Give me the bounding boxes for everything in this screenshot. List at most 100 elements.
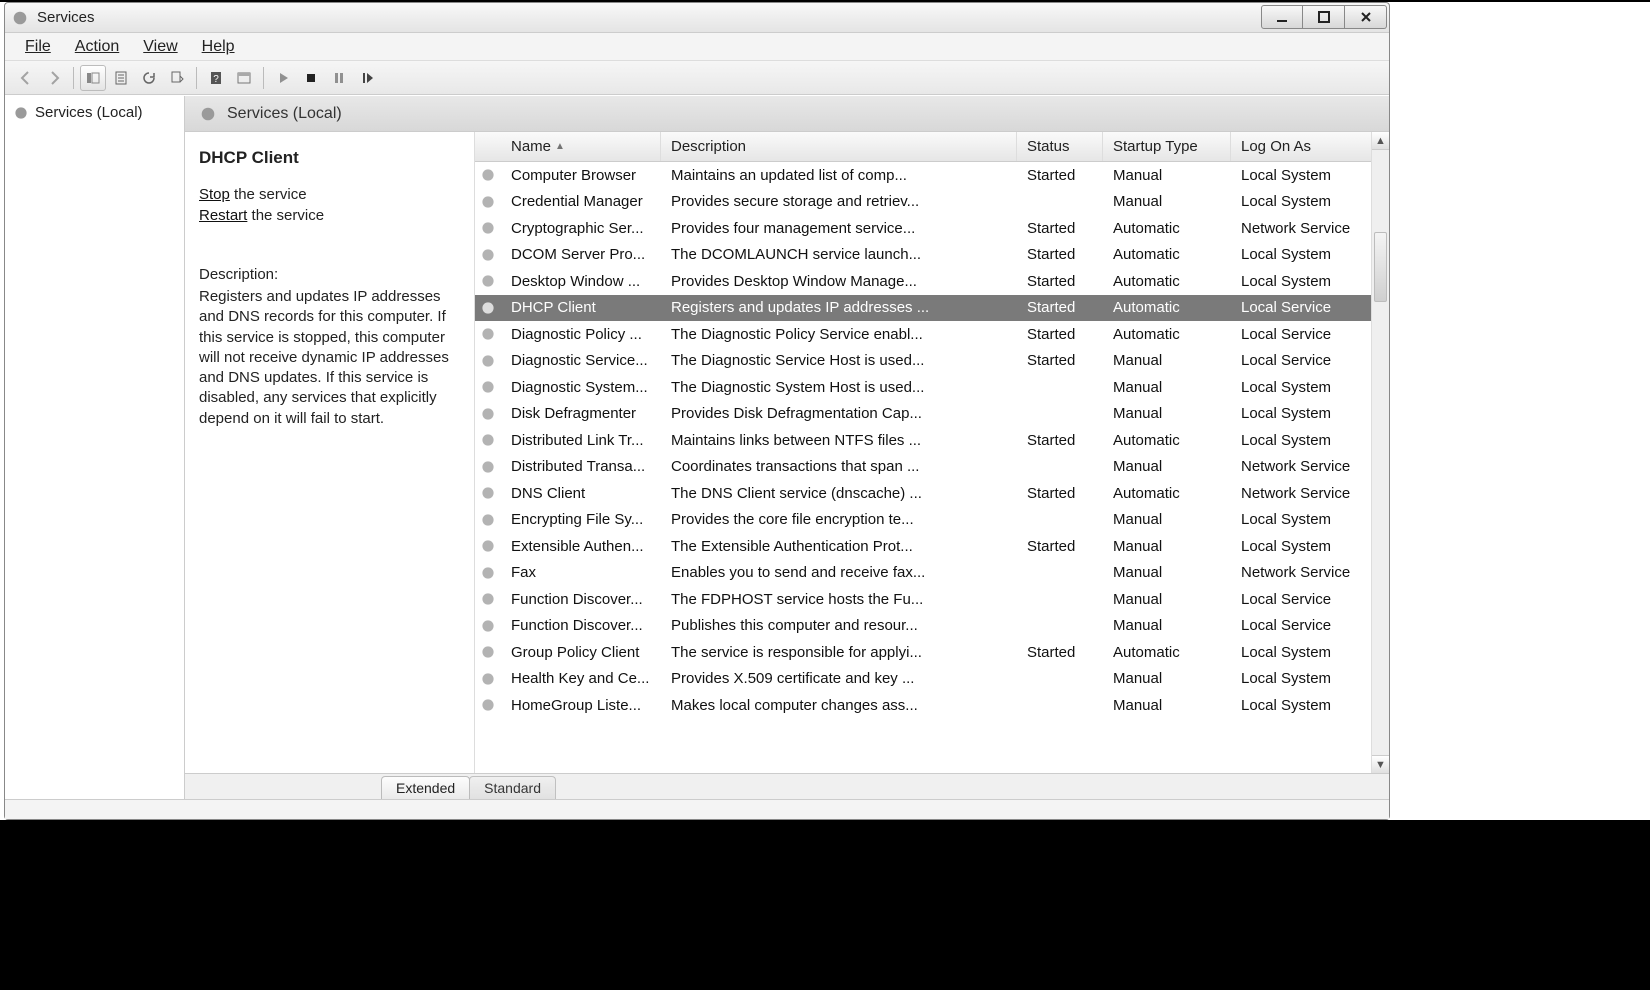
cell-startup: Manual	[1103, 379, 1231, 396]
table-row[interactable]: Disk DefragmenterProvides Disk Defragmen…	[475, 401, 1389, 428]
cell-logon: Local Service	[1231, 352, 1389, 369]
cell-description: Provides four management service...	[661, 220, 1017, 237]
services-window: Services File Action View Help ?	[4, 2, 1390, 820]
console-tree[interactable]: Services (Local)	[5, 96, 185, 799]
table-row[interactable]: Computer BrowserMaintains an updated lis…	[475, 162, 1389, 189]
column-icon	[475, 132, 501, 161]
service-properties-button[interactable]	[231, 65, 257, 91]
table-row[interactable]: Function Discover...The FDPHOST service …	[475, 586, 1389, 613]
table-row[interactable]: Credential ManagerProvides secure storag…	[475, 189, 1389, 216]
cell-logon: Local Service	[1231, 591, 1389, 608]
service-icon	[475, 459, 501, 475]
menu-view[interactable]: View	[133, 36, 187, 58]
table-row[interactable]: DCOM Server Pro...The DCOMLAUNCH service…	[475, 242, 1389, 269]
help-button[interactable]: ?	[203, 65, 229, 91]
cell-name: Desktop Window ...	[501, 273, 661, 290]
cell-status: Started	[1017, 644, 1103, 661]
start-service-button[interactable]	[270, 65, 296, 91]
table-row[interactable]: Diagnostic Service...The Diagnostic Serv…	[475, 348, 1389, 375]
cell-description: The Diagnostic Policy Service enabl...	[661, 326, 1017, 343]
cell-status: Started	[1017, 273, 1103, 290]
table-row[interactable]: Distributed Link Tr...Maintains links be…	[475, 427, 1389, 454]
view-tabs: Extended Standard	[185, 773, 1389, 799]
close-button[interactable]	[1345, 5, 1387, 29]
maximize-button[interactable]	[1303, 5, 1345, 29]
scroll-up-icon[interactable]: ▲	[1372, 132, 1389, 150]
stop-service-link[interactable]: Stop	[199, 186, 230, 203]
cell-logon: Network Service	[1231, 564, 1389, 581]
menu-action[interactable]: Action	[65, 36, 129, 58]
service-icon	[475, 194, 501, 210]
table-row[interactable]: HomeGroup Liste...Makes local computer c…	[475, 692, 1389, 719]
table-row[interactable]: Desktop Window ...Provides Desktop Windo…	[475, 268, 1389, 295]
cell-startup: Manual	[1103, 591, 1231, 608]
services-grid[interactable]: Name▲ Description Status Startup Type Lo…	[475, 132, 1389, 773]
toolbar: ?	[5, 61, 1389, 95]
gear-icon	[13, 105, 29, 121]
cell-description: The Diagnostic System Host is used...	[661, 379, 1017, 396]
menubar: File Action View Help	[5, 33, 1389, 61]
tree-item-services-local[interactable]: Services (Local)	[9, 102, 180, 123]
cell-description: Provides secure storage and retriev...	[661, 193, 1017, 210]
cell-status: Started	[1017, 352, 1103, 369]
cell-logon: Local System	[1231, 246, 1389, 263]
column-status[interactable]: Status	[1017, 132, 1103, 161]
scroll-down-icon[interactable]: ▼	[1372, 755, 1389, 773]
pause-service-button[interactable]	[326, 65, 352, 91]
export-list-button[interactable]	[164, 65, 190, 91]
column-startup[interactable]: Startup Type	[1103, 132, 1231, 161]
details-panel: DHCP Client Stop the service Restart the…	[185, 132, 475, 773]
cell-startup: Manual	[1103, 405, 1231, 422]
cell-description: Coordinates transactions that span ...	[661, 458, 1017, 475]
tab-extended[interactable]: Extended	[381, 776, 470, 799]
table-row[interactable]: Function Discover...Publishes this compu…	[475, 613, 1389, 640]
cell-description: Provides the core file encryption te...	[661, 511, 1017, 528]
cell-logon: Network Service	[1231, 220, 1389, 237]
nav-back-button[interactable]	[13, 65, 39, 91]
column-logon[interactable]: Log On As	[1231, 132, 1389, 161]
cell-description: The Extensible Authentication Prot...	[661, 538, 1017, 555]
service-icon	[475, 644, 501, 660]
menu-help[interactable]: Help	[192, 36, 245, 58]
cell-description: The DNS Client service (dnscache) ...	[661, 485, 1017, 502]
table-row[interactable]: Diagnostic Policy ...The Diagnostic Poli…	[475, 321, 1389, 348]
service-icon	[475, 167, 501, 183]
table-row[interactable]: FaxEnables you to send and receive fax..…	[475, 560, 1389, 587]
properties-button[interactable]	[108, 65, 134, 91]
table-row[interactable]: Cryptographic Ser...Provides four manage…	[475, 215, 1389, 242]
cell-logon: Local System	[1231, 405, 1389, 422]
scroll-thumb[interactable]	[1374, 232, 1387, 302]
menu-file[interactable]: File	[15, 36, 61, 58]
pane-header: Services (Local)	[185, 96, 1389, 132]
table-row[interactable]: Group Policy ClientThe service is respon…	[475, 639, 1389, 666]
cell-logon: Local System	[1231, 167, 1389, 184]
service-icon	[475, 565, 501, 581]
titlebar: Services	[5, 3, 1389, 33]
show-hide-tree-button[interactable]	[80, 65, 106, 91]
cell-name: Function Discover...	[501, 617, 661, 634]
stop-service-button[interactable]	[298, 65, 324, 91]
service-icon	[475, 671, 501, 687]
cell-logon: Local System	[1231, 538, 1389, 555]
vertical-scrollbar[interactable]: ▲ ▼	[1371, 132, 1389, 773]
service-icon	[475, 406, 501, 422]
table-row[interactable]: Distributed Transa...Coordinates transac…	[475, 454, 1389, 481]
nav-forward-button[interactable]	[41, 65, 67, 91]
table-row[interactable]: DHCP ClientRegisters and updates IP addr…	[475, 295, 1389, 322]
table-row[interactable]: Health Key and Ce...Provides X.509 certi…	[475, 666, 1389, 693]
tab-standard[interactable]: Standard	[469, 776, 556, 799]
cell-logon: Local Service	[1231, 617, 1389, 634]
minimize-button[interactable]	[1261, 5, 1303, 29]
cell-startup: Automatic	[1103, 644, 1231, 661]
restart-service-link[interactable]: Restart	[199, 207, 247, 224]
table-row[interactable]: Diagnostic System...The Diagnostic Syste…	[475, 374, 1389, 401]
selected-service-title: DHCP Client	[199, 148, 460, 168]
table-row[interactable]: DNS ClientThe DNS Client service (dnscac…	[475, 480, 1389, 507]
column-name[interactable]: Name▲	[501, 132, 661, 161]
column-description[interactable]: Description	[661, 132, 1017, 161]
restart-service-button[interactable]	[354, 65, 380, 91]
table-row[interactable]: Extensible Authen...The Extensible Authe…	[475, 533, 1389, 560]
table-row[interactable]: Encrypting File Sy...Provides the core f…	[475, 507, 1389, 534]
refresh-button[interactable]	[136, 65, 162, 91]
restart-suffix: the service	[247, 207, 324, 224]
